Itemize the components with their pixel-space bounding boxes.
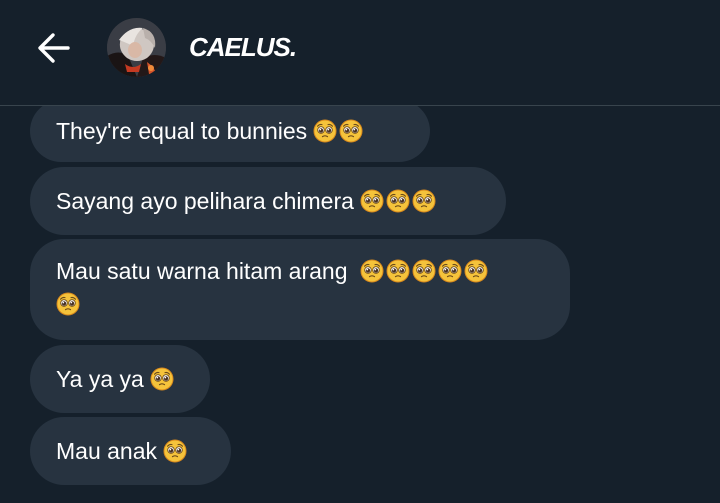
pleading-face-emoji xyxy=(150,367,174,391)
emoji-group xyxy=(354,258,488,284)
message-bubble[interactable]: Mau satu warna hitam arang xyxy=(30,239,570,340)
emoji-group xyxy=(56,291,80,317)
emoji-group xyxy=(144,366,174,393)
message-text: They're equal to bunnies xyxy=(56,117,308,144)
pleading-face-emoji xyxy=(163,439,187,463)
message-text: Ya ya ya xyxy=(56,365,144,392)
message-text: Mau anak xyxy=(56,437,158,464)
pleading-face-emoji xyxy=(360,189,384,213)
message-bubble[interactable]: They're equal to bunnies xyxy=(30,106,430,162)
chat-header: CAELUS. xyxy=(0,0,720,106)
pleading-face-emoji xyxy=(313,119,337,143)
message-text: Sayang ayo pelihara chimera xyxy=(56,187,354,214)
message-text: Mau satu warna hitam arang xyxy=(56,258,348,284)
emoji-group xyxy=(307,118,363,145)
pleading-face-emoji xyxy=(386,189,410,213)
pleading-face-emoji xyxy=(438,259,462,283)
pleading-face-emoji xyxy=(360,259,384,283)
message-bubble[interactable]: Sayang ayo pelihara chimera xyxy=(30,167,506,235)
emoji-group xyxy=(354,188,436,215)
back-button[interactable] xyxy=(34,28,74,68)
contact-name[interactable]: CAELUS. xyxy=(189,31,297,63)
emoji-group xyxy=(157,438,187,465)
arrow-left-icon xyxy=(38,33,70,63)
pleading-face-emoji xyxy=(339,119,363,143)
message-bubble[interactable]: Ya ya ya xyxy=(30,345,210,413)
avatar[interactable] xyxy=(107,18,166,77)
pleading-face-emoji xyxy=(56,292,80,316)
message-bubble[interactable]: Mau anak xyxy=(30,417,231,485)
pleading-face-emoji xyxy=(386,259,410,283)
message-list[interactable]: They're equal to bunnies Sayang ayo peli… xyxy=(0,106,720,503)
pleading-face-emoji xyxy=(464,259,488,283)
pleading-face-emoji xyxy=(412,189,436,213)
pleading-face-emoji xyxy=(412,259,436,283)
